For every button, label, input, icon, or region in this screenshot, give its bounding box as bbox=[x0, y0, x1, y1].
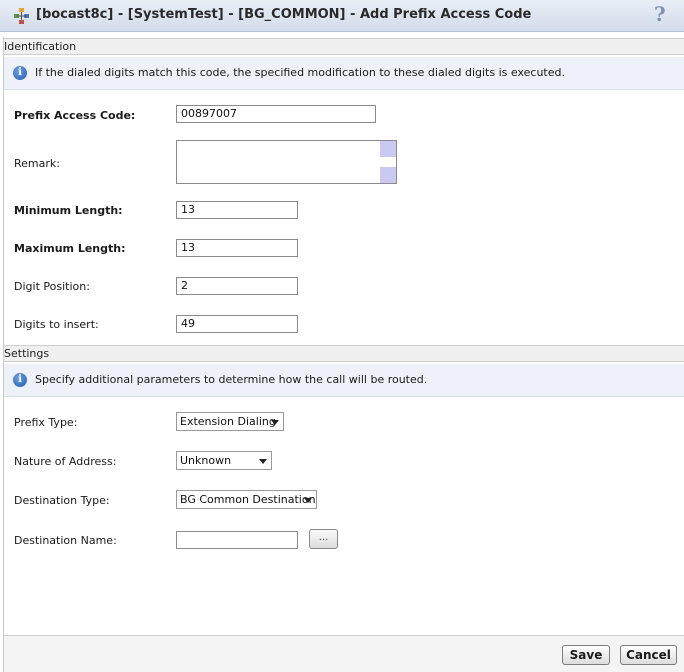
maximum-length-input[interactable]: 13 bbox=[176, 239, 298, 257]
prefix-type-label: Prefix Type: bbox=[14, 416, 78, 429]
nature-of-address-value: Unknown bbox=[180, 454, 232, 467]
dialog-content: Identification i If the dialed digits ma… bbox=[3, 37, 684, 672]
minimum-length-input[interactable]: 13 bbox=[176, 201, 298, 219]
destination-name-input[interactable] bbox=[176, 531, 298, 549]
section-header-settings: Settings bbox=[4, 345, 684, 362]
remark-textarea[interactable] bbox=[176, 140, 397, 184]
digits-to-insert-input[interactable]: 49 bbox=[176, 315, 298, 333]
destination-type-value: BG Common Destination bbox=[180, 493, 316, 506]
info-icon: i bbox=[13, 66, 27, 80]
scroll-down-button[interactable] bbox=[380, 167, 396, 183]
info-text-settings: Specify additional parameters to determi… bbox=[35, 373, 428, 386]
tree-network-icon bbox=[14, 8, 29, 24]
info-text-identification: If the dialed digits match this code, th… bbox=[35, 66, 565, 79]
digit-position-input[interactable]: 2 bbox=[176, 277, 298, 295]
digit-position-label: Digit Position: bbox=[14, 280, 90, 293]
minimum-length-label: Minimum Length: bbox=[14, 204, 123, 217]
dialog-footer: Save Cancel bbox=[4, 635, 684, 672]
chevron-down-icon bbox=[304, 498, 312, 503]
chevron-down-icon bbox=[271, 420, 279, 425]
window-title: [bocast8c] - [SystemTest] - [BG_COMMON] … bbox=[36, 7, 532, 22]
chevron-down-icon bbox=[259, 459, 267, 464]
nature-of-address-label: Nature of Address: bbox=[14, 455, 117, 468]
scroll-up-button[interactable] bbox=[380, 141, 396, 157]
section-header-identification: Identification bbox=[4, 38, 684, 55]
prefix-access-code-input[interactable]: 00897007 bbox=[176, 105, 376, 123]
title-bar: [bocast8c] - [SystemTest] - [BG_COMMON] … bbox=[0, 0, 684, 32]
destination-type-label: Destination Type: bbox=[14, 494, 110, 507]
save-button[interactable]: Save bbox=[562, 645, 610, 665]
info-icon: i bbox=[13, 373, 27, 387]
help-icon[interactable]: ? bbox=[654, 2, 666, 26]
maximum-length-label: Maximum Length: bbox=[14, 242, 126, 255]
digits-to-insert-label: Digits to insert: bbox=[14, 318, 99, 331]
remark-label: Remark: bbox=[14, 157, 60, 170]
info-bar-settings: i Specify additional parameters to deter… bbox=[4, 364, 684, 397]
nature-of-address-select[interactable]: Unknown bbox=[176, 451, 272, 470]
browse-destination-button[interactable]: ... bbox=[309, 529, 338, 549]
prefix-access-code-label: Prefix Access Code: bbox=[14, 109, 136, 122]
destination-type-select[interactable]: BG Common Destination bbox=[176, 490, 317, 509]
cancel-button[interactable]: Cancel bbox=[620, 645, 677, 665]
info-bar-identification: i If the dialed digits match this code, … bbox=[4, 57, 684, 90]
destination-name-label: Destination Name: bbox=[14, 534, 117, 547]
prefix-type-select[interactable]: Extension Dialing bbox=[176, 412, 284, 431]
prefix-type-value: Extension Dialing bbox=[180, 415, 276, 428]
